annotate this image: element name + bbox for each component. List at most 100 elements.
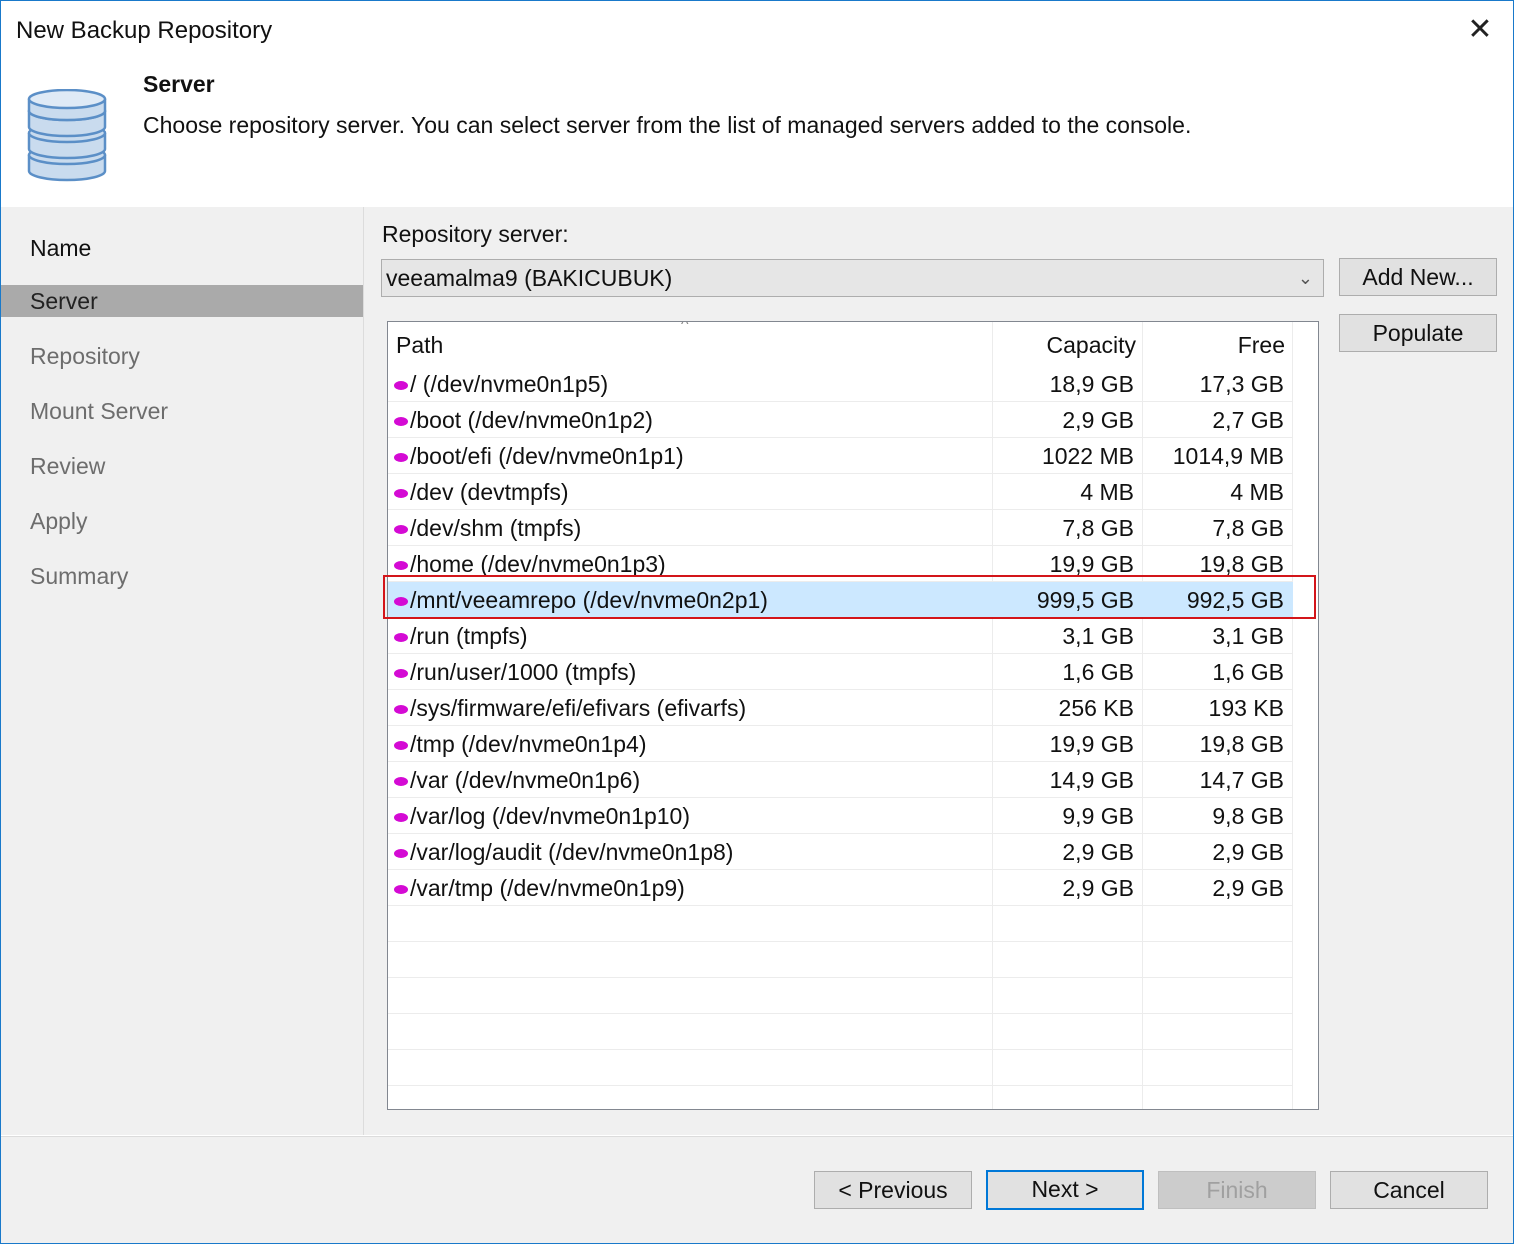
table-row[interactable]: /tmp (/dev/nvme0n1p4) 19,9 GB 19,8 GB (388, 726, 1293, 762)
volumes-table: Path ^ Capacity Free / (/dev/nvme0n1p5) 1… (387, 321, 1319, 1110)
path-text: /sys/firmware/efi/efivars (efivarfs) (410, 695, 747, 721)
disk-icon (394, 561, 408, 570)
cell-free: 7,8 GB (1212, 515, 1284, 541)
cell-free: 3,1 GB (1212, 623, 1284, 649)
cell-path: /boot (/dev/nvme0n1p2) (394, 402, 653, 438)
cell-free: 4 MB (1230, 479, 1284, 505)
empty-row (388, 1086, 1293, 1109)
cell-path: /run (tmpfs) (394, 618, 528, 654)
disk-icon (394, 525, 408, 534)
cell-capacity: 18,9 GB (1049, 371, 1134, 397)
cell-path: /boot/efi (/dev/nvme0n1p1) (394, 438, 684, 474)
step-description: Choose repository server. You can select… (143, 112, 1192, 138)
disk-icon (394, 885, 408, 894)
cell-capacity: 14,9 GB (1049, 767, 1134, 793)
window-title: New Backup Repository (16, 17, 273, 44)
cell-free: 193 KB (1208, 695, 1284, 721)
cell-path: /tmp (/dev/nvme0n1p4) (394, 726, 647, 762)
table-row[interactable]: /run/user/1000 (tmpfs) 1,6 GB 1,6 GB (388, 654, 1293, 690)
path-text: /dev/shm (tmpfs) (410, 515, 582, 541)
disk-icon (394, 669, 408, 678)
disk-icon (394, 417, 408, 426)
table-row[interactable]: /var (/dev/nvme0n1p6) 14,9 GB 14,7 GB (388, 762, 1293, 798)
disk-icon (394, 813, 408, 822)
empty-row (388, 978, 1293, 1014)
cell-free: 2,7 GB (1212, 407, 1284, 433)
cell-capacity: 7,8 GB (1062, 515, 1134, 541)
table-row[interactable]: /dev (devtmpfs) 4 MB 4 MB (388, 474, 1293, 510)
sort-ascending-icon: ^ (681, 321, 689, 333)
cell-path: /var (/dev/nvme0n1p6) (394, 762, 640, 798)
table-row[interactable]: /run (tmpfs) 3,1 GB 3,1 GB (388, 618, 1293, 654)
path-text: /run (tmpfs) (410, 623, 528, 649)
cell-path: /var/tmp (/dev/nvme0n1p9) (394, 870, 685, 906)
cell-path: /var/log/audit (/dev/nvme0n1p8) (394, 834, 733, 870)
selection-callout-box (383, 575, 1316, 619)
table-row[interactable]: /var/log (/dev/nvme0n1p10) 9,9 GB 9,8 GB (388, 798, 1293, 834)
wizard-steps-sidebar: Name Server Repository Mount Server Revi… (1, 207, 364, 1135)
step-name[interactable]: Name (1, 232, 363, 264)
path-text: /var/log/audit (/dev/nvme0n1p8) (410, 839, 734, 865)
cell-capacity: 4 MB (1080, 479, 1134, 505)
step-summary: Summary (30, 563, 129, 589)
repository-server-label: Repository server: (382, 221, 569, 247)
path-text: /var (/dev/nvme0n1p6) (410, 767, 641, 793)
cell-capacity: 2,9 GB (1062, 407, 1134, 433)
cell-path: /dev/shm (tmpfs) (394, 510, 581, 546)
cell-capacity: 256 KB (1058, 695, 1134, 721)
cell-free: 17,3 GB (1199, 371, 1284, 397)
previous-button[interactable]: < Previous (814, 1171, 972, 1209)
step-repository: Repository (30, 343, 140, 369)
table-row[interactable]: / (/dev/nvme0n1p5) 18,9 GB 17,3 GB (388, 366, 1293, 402)
column-header-capacity[interactable]: Capacity (992, 322, 1136, 366)
table-row[interactable]: /sys/firmware/efi/efivars (efivarfs) 256 … (388, 690, 1293, 726)
empty-row (388, 1014, 1293, 1050)
path-text: /var/log (/dev/nvme0n1p10) (410, 803, 690, 829)
path-text: /var/tmp (/dev/nvme0n1p9) (410, 875, 685, 901)
disk-icon (394, 741, 408, 750)
populate-button[interactable]: Populate (1339, 314, 1497, 352)
disk-icon (394, 381, 408, 390)
cell-capacity: 19,9 GB (1049, 731, 1134, 757)
cancel-button[interactable]: Cancel (1330, 1171, 1488, 1209)
cell-free: 19,8 GB (1199, 731, 1284, 757)
step-review: Review (30, 453, 106, 479)
cell-capacity: 1,6 GB (1062, 659, 1134, 685)
add-new-button[interactable]: Add New... (1339, 258, 1497, 296)
disk-icon (394, 777, 408, 786)
table-row[interactable]: /dev/shm (tmpfs) 7,8 GB 7,8 GB (388, 510, 1293, 546)
repository-server-dropdown[interactable]: veeamalma9 (BAKICUBUK) ⌄ (381, 259, 1324, 297)
disk-icon (394, 489, 408, 498)
table-row[interactable]: /var/tmp (/dev/nvme0n1p9) 2,9 GB 2,9 GB (388, 870, 1293, 906)
disk-icon (394, 633, 408, 642)
path-text: / (/dev/nvme0n1p5) (410, 371, 609, 397)
finish-button: Finish (1158, 1171, 1316, 1209)
close-icon[interactable]: ✕ (1465, 15, 1495, 45)
cell-path: /var/log (/dev/nvme0n1p10) (394, 798, 690, 834)
table-row[interactable]: /boot (/dev/nvme0n1p2) 2,9 GB 2,7 GB (388, 402, 1293, 438)
next-button[interactable]: Next > (986, 1170, 1144, 1210)
column-header-free[interactable]: Free (1143, 322, 1285, 366)
step-mount-server: Mount Server (30, 398, 169, 424)
table-row[interactable]: /var/log/audit (/dev/nvme0n1p8) 2,9 GB 2,9… (388, 834, 1293, 870)
cell-capacity: 2,9 GB (1062, 875, 1134, 901)
disk-icon (394, 705, 408, 714)
cell-free: 2,9 GB (1212, 875, 1284, 901)
disk-icon (394, 849, 408, 858)
dialog-window: New Backup Repository ✕ Server Choose re… (0, 0, 1514, 1244)
table-row[interactable]: /boot/efi (/dev/nvme0n1p1) 1022 MB 1014,9 … (388, 438, 1293, 474)
empty-row (388, 942, 1293, 978)
cell-path: /run/user/1000 (tmpfs) (394, 654, 636, 690)
step-heading: Server (143, 71, 215, 97)
path-text: /boot (/dev/nvme0n1p2) (410, 407, 653, 433)
column-header-path[interactable]: Path (396, 322, 443, 366)
cell-path: /sys/firmware/efi/efivars (efivarfs) (394, 690, 746, 726)
empty-row (388, 906, 1293, 942)
cell-capacity: 3,1 GB (1062, 623, 1134, 649)
cell-free: 1,6 GB (1212, 659, 1284, 685)
path-text: /run/user/1000 (tmpfs) (410, 659, 637, 685)
chevron-down-icon: ⌄ (1297, 268, 1313, 288)
step-server[interactable]: Server (1, 285, 363, 317)
cell-free: 1014,9 MB (1172, 443, 1284, 469)
cell-capacity: 2,9 GB (1062, 839, 1134, 865)
